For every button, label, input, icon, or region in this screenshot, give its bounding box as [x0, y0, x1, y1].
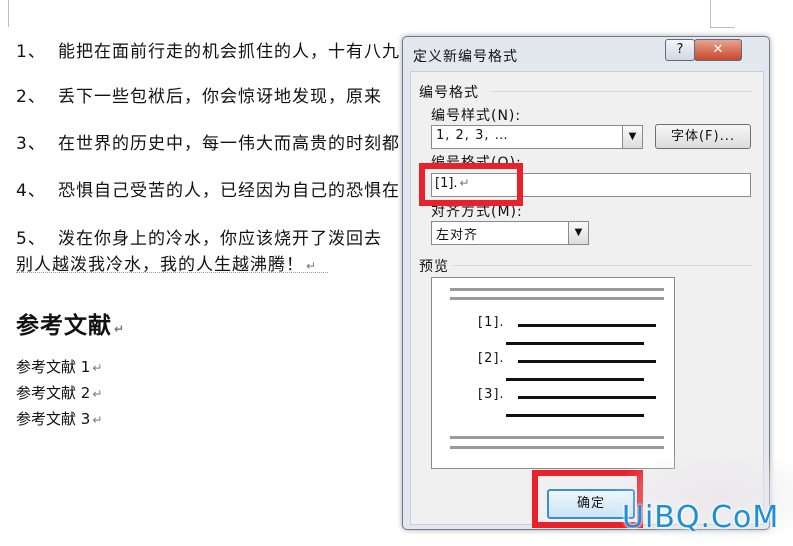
chevron-down-icon[interactable]: ▼	[568, 222, 588, 244]
reference-item[interactable]: 参考文献 2 ↵	[16, 382, 102, 403]
preview-label: 预览	[419, 259, 449, 275]
list-item-number: 3、	[16, 134, 46, 154]
group-divider	[491, 91, 753, 92]
highlight-box-format	[419, 163, 523, 206]
preview-box: [1]. [2]. [3].	[431, 277, 675, 469]
dialog-title: 定义新编号格式	[413, 49, 518, 65]
reference-text: 参考文献 1	[16, 358, 91, 376]
preview-number-1: [1].	[478, 315, 505, 330]
preview-text-line	[506, 414, 644, 417]
alignment-select[interactable]: 左对齐 ▼	[431, 221, 589, 245]
references-heading[interactable]: 参考文献 ↵	[16, 306, 125, 340]
list-item[interactable]: 3、 在世界的历史中，每一伟大而高贵的时刻都	[16, 129, 400, 154]
preview-gray-line	[450, 288, 664, 291]
reference-item[interactable]: 参考文献 1 ↵	[16, 356, 102, 377]
page-corner-mark	[8, 0, 9, 27]
number-style-label: 编号样式(N):	[431, 108, 522, 124]
group-divider	[453, 265, 753, 266]
list-item-number: 1、	[16, 42, 46, 62]
reference-item[interactable]: 参考文献 3 ↵	[16, 408, 102, 429]
preview-text-line	[506, 378, 644, 381]
preview-gray-line	[450, 436, 664, 439]
paragraph-mark: ↵	[92, 387, 103, 401]
preview-text-line	[506, 342, 644, 345]
preview-text-line	[518, 324, 656, 327]
page-corner-mark	[710, 0, 711, 27]
paragraph-mark: ↵	[92, 361, 103, 375]
number-style-select[interactable]: 1, 2, 3, … ▼	[431, 125, 643, 149]
reference-text: 参考文献 2	[16, 384, 91, 402]
list-item-number: 2、	[16, 87, 46, 107]
preview-number-2: [2].	[478, 351, 505, 366]
list-item-text: 能把在面前行走的机会抓住的人，十有八九	[58, 42, 400, 62]
list-item[interactable]: 2、 丢下一些包袱后，你会惊讶地发现，原来	[16, 82, 382, 107]
list-item-number: 5、	[16, 229, 46, 249]
list-item-number: 4、	[16, 181, 46, 201]
paragraph-mark: ↵	[114, 322, 126, 336]
chevron-down-icon[interactable]: ▼	[622, 126, 642, 148]
preview-gray-line	[450, 297, 664, 300]
font-button[interactable]: 字体(F)...	[655, 124, 751, 149]
list-item-text: 恐惧自己受苦的人，已经因为自己的恐惧在	[58, 181, 400, 201]
list-item-text: 泼在你身上的冷水，你应该烧开了泼回去	[58, 229, 382, 249]
list-item-text: 丢下一些包袱后，你会惊讶地发现，原来	[58, 87, 382, 107]
page-corner-mark	[710, 27, 735, 28]
list-item[interactable]: 4、 恐惧自己受苦的人，已经因为自己的恐惧在	[16, 176, 400, 201]
preview-number-3: [3].	[478, 387, 505, 402]
preview-text-line	[518, 396, 656, 399]
number-style-value: 1, 2, 3, …	[436, 128, 509, 143]
preview-text-line	[518, 360, 656, 363]
reference-text: 参考文献 3	[16, 410, 91, 428]
watermark-logo: UiBQ.CoM	[622, 500, 780, 535]
heading-text: 参考文献	[16, 313, 112, 339]
list-item-text: 在世界的历史中，每一伟大而高贵的时刻都	[58, 134, 400, 154]
paragraph-mark: ↵	[306, 259, 318, 273]
close-button[interactable]: ✕	[694, 39, 742, 61]
paragraph-mark: ↵	[92, 413, 103, 427]
group-label-number-format: 编号格式	[419, 85, 479, 101]
list-item[interactable]: 1、 能把在面前行走的机会抓住的人，十有八九	[16, 37, 400, 62]
alignment-value: 左对齐	[436, 228, 479, 243]
grammar-underline	[16, 272, 328, 273]
dialog-titlebar[interactable]: 定义新编号格式 ? ✕	[403, 37, 769, 71]
help-button[interactable]: ?	[665, 39, 695, 61]
list-item[interactable]: 5、 泼在你身上的冷水，你应该烧开了泼回去	[16, 224, 382, 249]
